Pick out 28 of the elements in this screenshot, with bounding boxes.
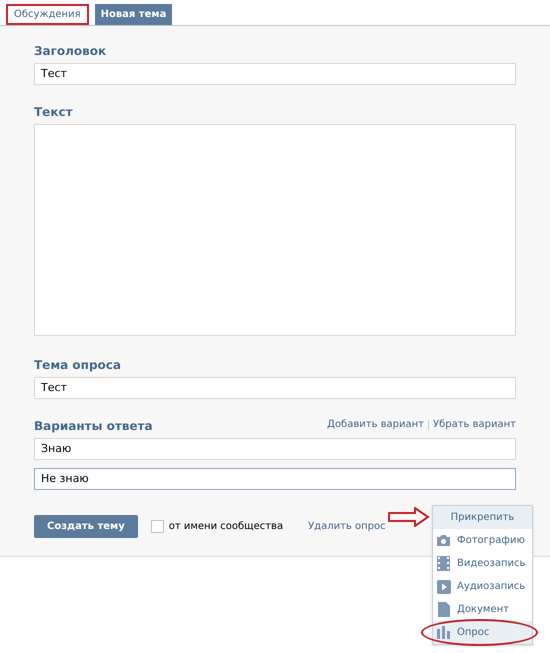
camera-icon <box>436 534 451 547</box>
menu-item[interactable]: Видеозапись <box>433 552 532 575</box>
title-label: Заголовок <box>34 43 108 60</box>
answers-label: Варианты ответа <box>34 418 153 435</box>
document-icon <box>438 602 450 617</box>
remove-option-link[interactable]: Убрать вариант <box>433 417 516 432</box>
tab[interactable]: Обсуждения <box>6 4 89 25</box>
input-field[interactable]: Не знаю <box>34 468 516 490</box>
poll-title-label: Тема опроса <box>34 357 122 374</box>
bar-chart-icon <box>436 626 450 639</box>
menu-item[interactable]: Аудиозапись <box>433 575 532 598</box>
menu-item[interactable]: Документ <box>433 598 532 621</box>
input-field[interactable]: Тест <box>34 377 516 399</box>
create-topic-button[interactable]: Создать тему <box>34 515 138 538</box>
checkbox[interactable] <box>150 520 164 533</box>
checkbox-label: от имени сообщества <box>168 520 284 534</box>
menu-item[interactable]: Фотографию <box>433 529 532 552</box>
text-area[interactable] <box>34 124 516 336</box>
attach-menu-title[interactable]: Прикрепить <box>433 506 532 529</box>
text-label: Текст <box>34 104 74 121</box>
delete-poll-link[interactable]: Удалить опрос <box>308 519 386 534</box>
tab[interactable]: Новая тема <box>94 4 172 25</box>
menu-item[interactable]: Опрос <box>433 621 532 644</box>
add-option-link[interactable]: Добавить вариант <box>327 417 424 432</box>
input-field[interactable]: Знаю <box>34 438 516 460</box>
film-icon <box>437 556 450 571</box>
input-field[interactable]: Тест <box>34 63 516 85</box>
play-icon <box>436 580 450 594</box>
